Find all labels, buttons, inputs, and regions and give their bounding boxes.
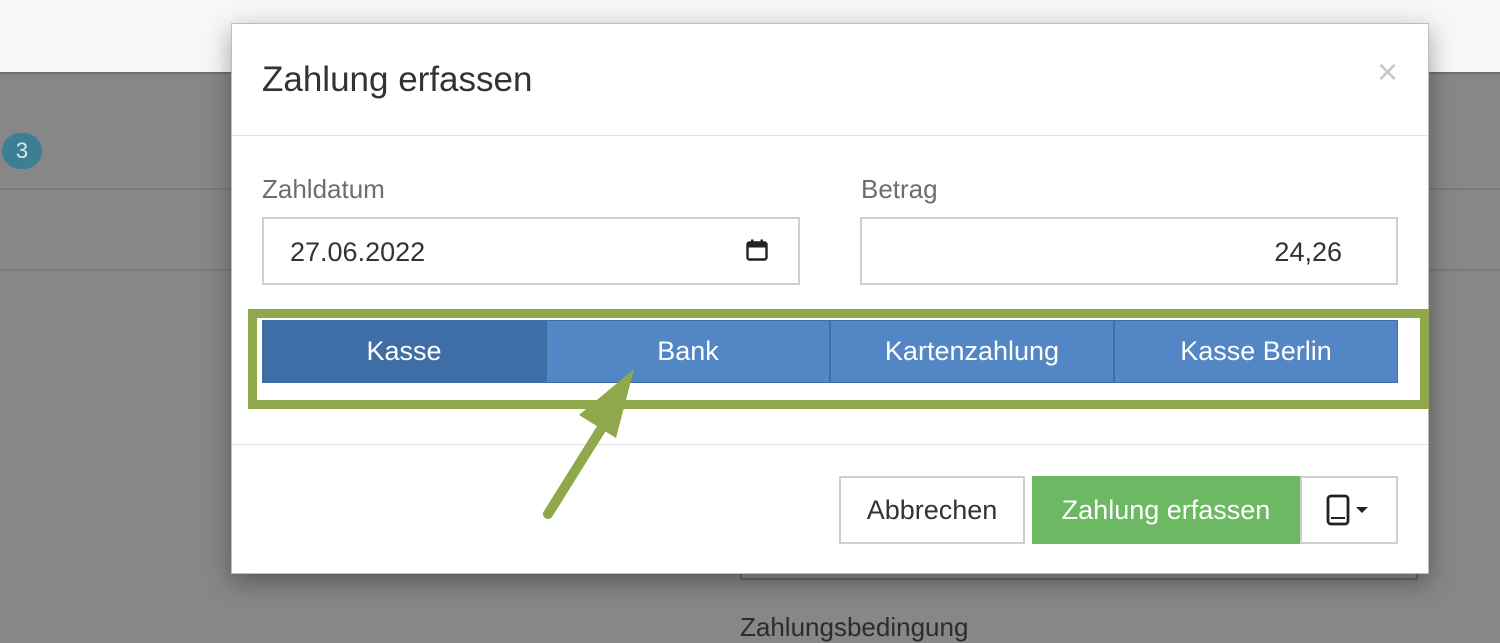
close-icon[interactable]: × xyxy=(1377,54,1398,90)
cancel-button[interactable]: Abbrechen xyxy=(839,476,1025,544)
date-field[interactable]: 27.06.2022 xyxy=(262,217,800,285)
date-value: 27.06.2022 xyxy=(290,237,426,267)
background-field-label: Zahlungsbedingung xyxy=(740,612,969,642)
modal-title: Zahlung erfassen xyxy=(262,60,533,99)
payment-modal: Zahlung erfassen × Zahldatum 27.06.2022 … xyxy=(231,23,1429,574)
device-dropdown-button[interactable] xyxy=(1300,476,1398,544)
calendar-icon[interactable] xyxy=(746,239,768,261)
submit-payment-button[interactable]: Zahlung erfassen xyxy=(1032,476,1300,544)
footer-divider xyxy=(232,444,1428,445)
modal-header: Zahlung erfassen × xyxy=(232,24,1428,136)
tablet-icon xyxy=(1326,494,1368,526)
amount-label: Betrag xyxy=(861,174,938,204)
amount-field[interactable]: 24,26 xyxy=(860,217,1398,285)
caret-down-icon xyxy=(1356,507,1368,513)
count-badge: 3 xyxy=(2,133,42,169)
highlight-box xyxy=(248,309,1429,409)
date-label: Zahldatum xyxy=(262,174,385,204)
amount-value: 24,26 xyxy=(1274,237,1342,267)
